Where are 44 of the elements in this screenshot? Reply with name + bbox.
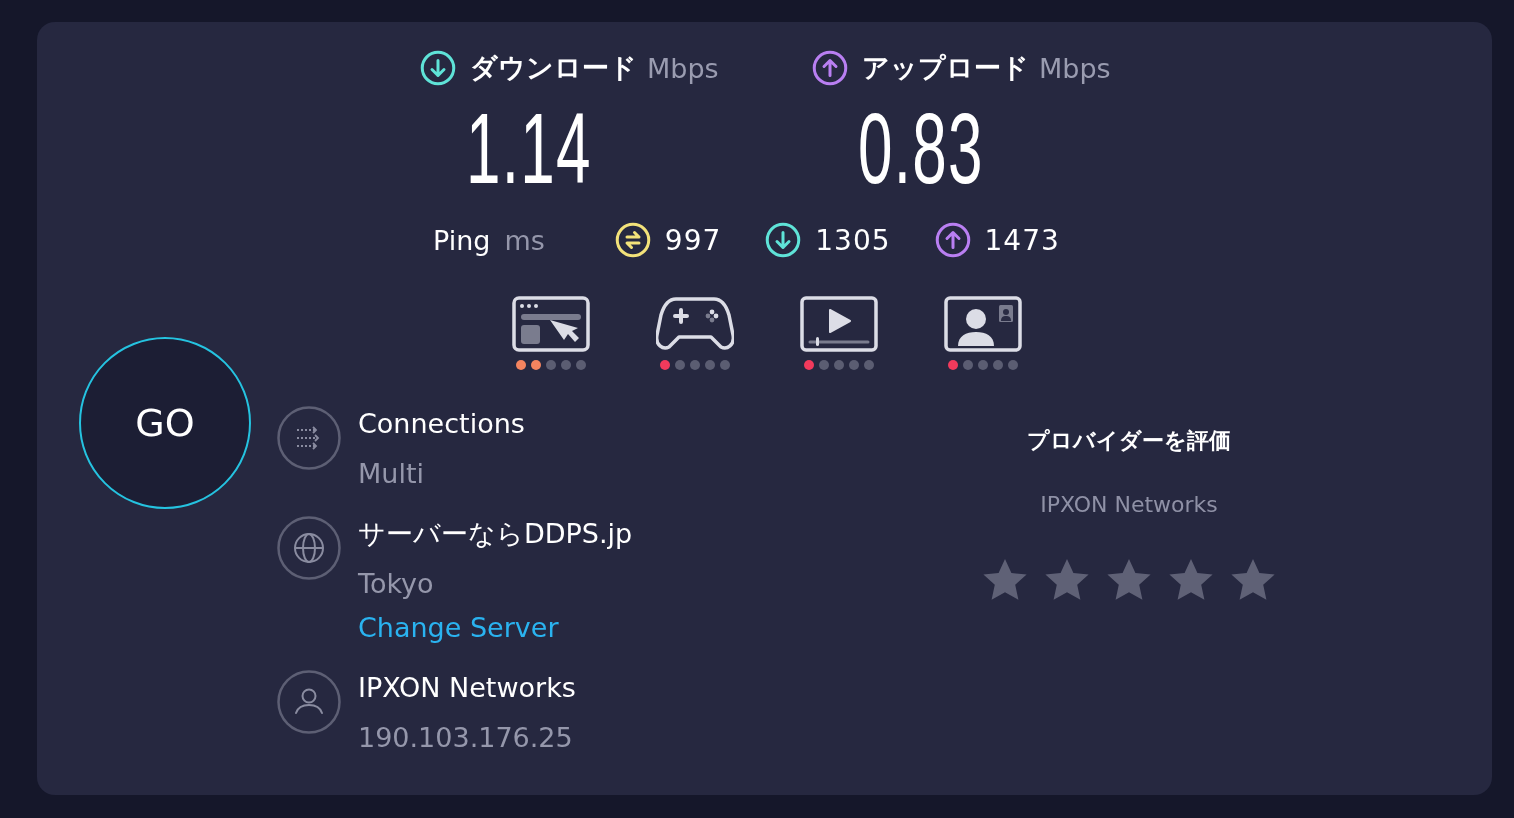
rating-dot: [963, 360, 973, 370]
go-button[interactable]: GO: [79, 336, 251, 509]
person-icon: [277, 670, 341, 734]
video-player-icon: [800, 296, 878, 352]
speed-unit: Mbps: [647, 52, 719, 84]
info-detail: Multi: [358, 458, 425, 490]
rating-dot: [819, 360, 829, 370]
speed-unit: Mbps: [1039, 52, 1111, 84]
rating-dot: [675, 360, 685, 370]
speed-value: 1.14: [466, 98, 592, 198]
globe-icon: [277, 516, 341, 580]
gamepad-icon: [656, 296, 734, 352]
speed-label: ダウンロード: [470, 51, 637, 85]
connections-icon: [277, 406, 341, 470]
rating-dot: [720, 360, 730, 370]
rating-dot: [690, 360, 700, 370]
ping-unit: ms: [504, 224, 545, 256]
info-title: Connections: [358, 408, 525, 440]
rating-title: プロバイダーを評価: [1027, 427, 1231, 455]
info-title: IPXON Networks: [358, 672, 576, 704]
speed-value: 0.83: [858, 98, 984, 198]
change-server-link[interactable]: Change Server: [358, 612, 559, 644]
rating-dot: [978, 360, 988, 370]
rating-dot: [1008, 360, 1018, 370]
rating-dot: [561, 360, 571, 370]
rating-dot: [834, 360, 844, 370]
ping-value: 1473: [984, 223, 1060, 257]
ping-arrows-icon: [614, 222, 651, 258]
rating-dot: [546, 360, 556, 370]
rating-dot: [705, 360, 715, 370]
ping-value: 1305: [815, 223, 891, 257]
ping-label: Ping: [433, 224, 491, 256]
info-detail: Tokyo: [358, 568, 435, 600]
info-title: サーバーならDDPS.jp: [358, 518, 633, 550]
browser-cursor-icon: [512, 296, 590, 352]
rating-dot: [576, 360, 586, 370]
speed-label: アップロード: [862, 51, 1029, 85]
ping-value: 997: [664, 223, 722, 257]
video-call-icon: [944, 296, 1022, 352]
provider-name: IPXON Networks: [1040, 492, 1218, 517]
rating-dot: [993, 360, 1003, 370]
rating-dot: [864, 360, 874, 370]
info-detail: 190.103.176.25: [358, 722, 574, 754]
rating-dot: [849, 360, 859, 370]
